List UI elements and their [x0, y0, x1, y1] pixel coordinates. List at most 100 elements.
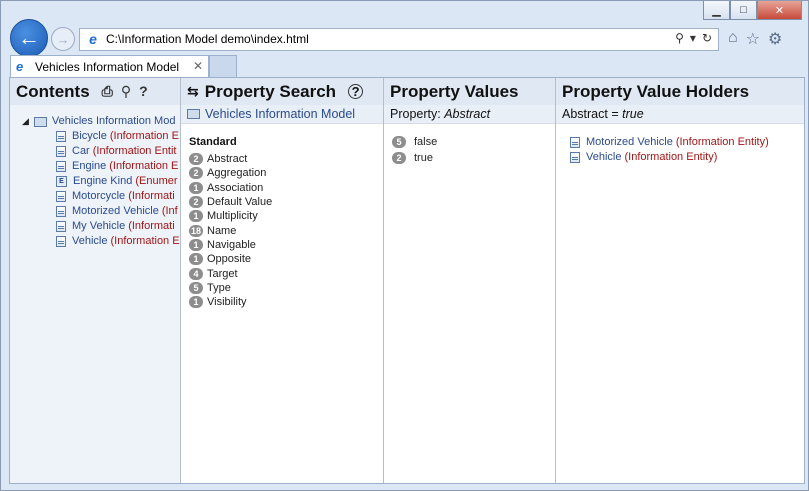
count-badge: 2	[392, 152, 406, 164]
document-icon	[56, 191, 66, 202]
tab-close-icon[interactable]: ✕	[193, 59, 203, 73]
holder-item[interactable]: Vehicle (Information Entity)	[570, 150, 769, 165]
property-name[interactable]: Abstract	[207, 152, 247, 166]
value-text[interactable]: true	[414, 151, 433, 165]
holder-name[interactable]: Motorized Vehicle	[586, 135, 673, 150]
holder-type: (Information Entity)	[675, 136, 769, 148]
back-button[interactable]: ←	[10, 19, 48, 57]
property-name[interactable]: Type	[207, 281, 231, 295]
tree-item-name[interactable]: Motorized Vehicle	[72, 204, 159, 219]
value-item[interactable]: 5 false	[392, 134, 437, 150]
count-badge: 1	[189, 296, 203, 309]
tree-item-name[interactable]: My Vehicle	[72, 219, 125, 234]
property-item[interactable]: 1 Opposite	[189, 252, 272, 266]
tree-item-name[interactable]: Vehicle	[72, 234, 107, 249]
filter-value: true	[622, 107, 644, 121]
tree-item[interactable]: E Engine Kind (Enumer	[10, 174, 180, 189]
tree-item-name[interactable]: Motorcycle	[72, 189, 125, 204]
ie-page-icon: e	[89, 31, 97, 47]
tree-root[interactable]: ◢ Vehicles Information Mod	[10, 114, 180, 129]
value-holders-filter: Abstract = true	[556, 105, 804, 124]
property-name[interactable]: Target	[207, 267, 238, 281]
tree-item[interactable]: Bicycle (Information E	[10, 129, 180, 144]
favorites-star-icon[interactable]: ☆	[746, 29, 760, 49]
tree-item-name[interactable]: Engine Kind	[73, 174, 132, 189]
dropdown-icon[interactable]: ▾	[690, 31, 696, 45]
tree-item[interactable]: My Vehicle (Informati	[10, 219, 180, 234]
print-icon[interactable]: ⎙	[102, 83, 113, 100]
address-bar[interactable]: e C:\Information Model demo\index.html ⚲…	[79, 28, 719, 51]
document-icon	[56, 236, 66, 247]
standard-section-label: Standard	[189, 136, 237, 148]
tree-item-name[interactable]: Car	[72, 144, 90, 159]
forward-button[interactable]: →	[51, 27, 75, 51]
value-holders-title: Property Value Holders	[562, 81, 750, 101]
count-badge: 1	[189, 238, 203, 251]
help-icon[interactable]: ?	[348, 84, 364, 99]
browser-window: ▁ □ ✕ ← → e C:\Information Model demo\in…	[0, 0, 809, 491]
property-name[interactable]: Name	[207, 224, 236, 238]
swap-arrows-icon[interactable]: ⇆	[187, 83, 199, 100]
property-name[interactable]: Navigable	[207, 238, 256, 252]
tree-item[interactable]: Motorized Vehicle (Inf	[10, 204, 180, 219]
folder-icon	[187, 109, 200, 119]
property-values-pane: Property Values Property: Abstract 5 fals…	[384, 78, 556, 483]
property-name[interactable]: Opposite	[207, 252, 251, 266]
tree-item-name[interactable]: Bicycle	[72, 129, 107, 144]
document-icon	[56, 206, 66, 217]
close-window-button[interactable]: ✕	[757, 1, 802, 20]
property-item[interactable]: 2 Aggregation	[189, 166, 272, 180]
property-name[interactable]: Association	[207, 181, 263, 195]
minimize-button[interactable]: ▁	[703, 1, 730, 20]
tree-item[interactable]: Engine (Information E	[10, 159, 180, 174]
property-item[interactable]: 5 Type	[189, 281, 272, 295]
property-item[interactable]: 18 Name	[189, 223, 272, 237]
property-item[interactable]: 2 Default Value	[189, 195, 272, 209]
property-name[interactable]: Aggregation	[207, 166, 266, 180]
property-search-model[interactable]: Vehicles Information Model	[181, 105, 383, 124]
search-icon[interactable]: ⚲	[675, 31, 684, 45]
tree-root-label[interactable]: Vehicles Information Mod	[52, 114, 176, 129]
property-label: Property:	[390, 107, 441, 121]
holder-item[interactable]: Motorized Vehicle (Information Entity)	[570, 135, 769, 150]
holder-type: (Information Entity)	[624, 151, 718, 163]
property-item[interactable]: 1 Multiplicity	[189, 209, 272, 223]
tab-title: Vehicles Information Model	[35, 60, 180, 74]
property-item[interactable]: 4 Target	[189, 266, 272, 280]
address-url[interactable]: C:\Information Model demo\index.html	[106, 32, 309, 46]
property-item[interactable]: 1 Visibility	[189, 295, 272, 309]
help-icon[interactable]: ?	[139, 83, 148, 100]
holder-name[interactable]: Vehicle	[586, 150, 621, 165]
settings-gear-icon[interactable]: ⚙	[768, 29, 782, 49]
document-icon	[56, 131, 66, 142]
maximize-button[interactable]: □	[730, 1, 757, 20]
property-name[interactable]: Default Value	[207, 195, 272, 209]
home-icon[interactable]: ⌂	[728, 29, 738, 49]
property-item[interactable]: 1 Navigable	[189, 238, 272, 252]
value-text[interactable]: false	[414, 135, 437, 149]
tree-item[interactable]: Motorcycle (Informati	[10, 189, 180, 204]
browser-toolbar-icons: ⌂ ☆ ⚙	[728, 29, 782, 49]
count-badge: 2	[189, 153, 203, 166]
tree-item[interactable]: Car (Information Entit	[10, 144, 180, 159]
refresh-icon[interactable]: ↻	[702, 31, 712, 45]
property-name[interactable]: Multiplicity	[207, 209, 258, 223]
property-name[interactable]: Visibility	[207, 295, 247, 309]
contents-header-icons: ⎙ ⚲ ?	[102, 83, 148, 100]
count-badge: 5	[392, 136, 406, 148]
property-item[interactable]: 1 Association	[189, 181, 272, 195]
tree-item[interactable]: Vehicle (Information E	[10, 234, 180, 249]
value-item[interactable]: 2 true	[392, 150, 437, 166]
tree-item-type: (Information E	[110, 235, 180, 247]
tree-item-name[interactable]: Engine	[72, 159, 106, 174]
property-item[interactable]: 2 Abstract	[189, 152, 272, 166]
tab-vehicles-information-model[interactable]: e Vehicles Information Model ✕	[10, 55, 209, 77]
new-tab-button[interactable]	[209, 55, 237, 77]
contents-header: Contents ⎙ ⚲ ?	[10, 78, 180, 105]
document-icon	[570, 152, 580, 163]
count-badge: 1	[189, 253, 203, 266]
collapse-triangle-icon[interactable]: ◢	[22, 114, 29, 129]
contents-title: Contents	[16, 81, 90, 101]
model-link[interactable]: Vehicles Information Model	[205, 107, 355, 121]
search-icon[interactable]: ⚲	[121, 83, 131, 100]
